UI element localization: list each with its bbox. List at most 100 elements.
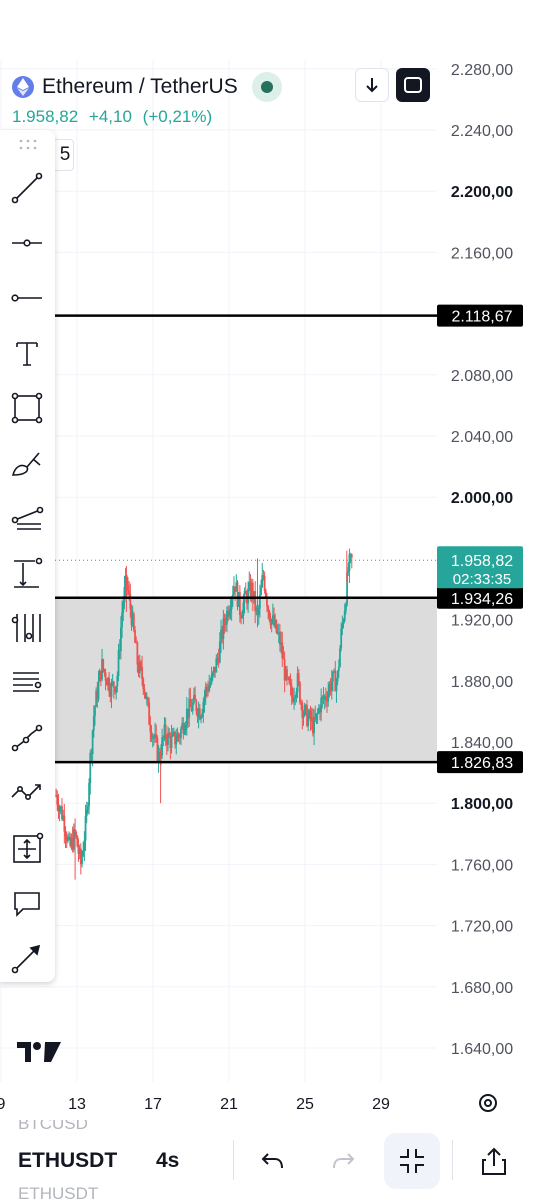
text-icon[interactable] bbox=[7, 333, 47, 373]
last-price-label: 1.958,82 bbox=[451, 553, 513, 570]
candle-body bbox=[119, 627, 122, 652]
time-tick-label: 9 bbox=[0, 1096, 6, 1113]
price-tick-label: 2.240,00 bbox=[451, 123, 513, 140]
elliott-wave-icon[interactable] bbox=[7, 773, 47, 813]
candle-body bbox=[330, 681, 333, 691]
candle-body bbox=[229, 609, 232, 613]
redo-button[interactable] bbox=[315, 1133, 371, 1189]
candle-body bbox=[110, 682, 113, 697]
settings-gear-icon[interactable] bbox=[479, 1094, 497, 1112]
candle-body bbox=[340, 628, 343, 649]
undo-button[interactable] bbox=[245, 1133, 301, 1189]
ethereum-icon bbox=[12, 76, 34, 98]
candle-body bbox=[85, 809, 88, 817]
horizontal-line-icon[interactable] bbox=[7, 278, 47, 318]
candle-body bbox=[303, 705, 306, 715]
path-icon[interactable] bbox=[7, 718, 47, 758]
exit-fullscreen-button[interactable] bbox=[384, 1133, 440, 1189]
candle-body bbox=[335, 681, 338, 692]
candle-body bbox=[56, 795, 59, 805]
candle-body bbox=[123, 587, 126, 603]
candle-body bbox=[230, 599, 233, 610]
candle-body bbox=[341, 623, 344, 629]
price-axis[interactable]: 2.280,00 2.240,00 2.200,00 2.160,00 2.080,00… bbox=[437, 62, 523, 1058]
candle-body bbox=[94, 706, 96, 717]
candle-body bbox=[129, 594, 132, 609]
candle-body bbox=[215, 658, 218, 673]
measure-icon[interactable] bbox=[7, 828, 47, 868]
candle-body bbox=[83, 840, 86, 851]
candle-body bbox=[238, 592, 241, 615]
candle-body bbox=[144, 692, 147, 699]
candle-body bbox=[201, 712, 204, 718]
next-symbol: ETHUSDT bbox=[18, 1184, 99, 1200]
candle-body bbox=[63, 815, 66, 832]
candle-body bbox=[211, 672, 214, 676]
candle-body bbox=[84, 816, 87, 841]
callout-icon[interactable] bbox=[7, 883, 47, 923]
candle-body bbox=[177, 734, 180, 737]
candle-body bbox=[348, 554, 351, 572]
countdown-label: 02:33:35 bbox=[453, 571, 511, 588]
candle-body bbox=[102, 659, 105, 670]
candle-body bbox=[339, 648, 341, 667]
candle-body bbox=[294, 697, 297, 699]
brush-icon[interactable] bbox=[7, 443, 47, 483]
candle-body bbox=[327, 691, 330, 702]
chart-grid bbox=[0, 60, 437, 1082]
time-tick-label: 29 bbox=[372, 1096, 390, 1113]
candle-body bbox=[128, 590, 131, 595]
fib-retracement-icon[interactable] bbox=[7, 608, 47, 648]
candle-body bbox=[257, 608, 260, 615]
candle-body bbox=[76, 836, 79, 847]
drag-handle-icon[interactable] bbox=[18, 138, 38, 150]
candle-body bbox=[180, 728, 182, 738]
arrow-icon[interactable] bbox=[7, 938, 47, 978]
price-chart[interactable]: 2.280,00 2.240,00 2.200,00 2.160,00 2.080,00… bbox=[0, 0, 540, 1120]
divider bbox=[233, 1140, 234, 1180]
candle-body bbox=[244, 591, 247, 595]
horizontal-ray-icon[interactable] bbox=[7, 223, 47, 263]
market-status-icon[interactable] bbox=[251, 72, 282, 102]
candle-body bbox=[208, 685, 211, 692]
candle-body bbox=[117, 650, 120, 676]
candle-body bbox=[337, 666, 340, 672]
rectangle-icon[interactable] bbox=[7, 388, 47, 428]
candle-body bbox=[155, 734, 158, 738]
price-tick-label: 1.800,00 bbox=[451, 796, 513, 813]
candle-body bbox=[347, 571, 350, 573]
candle-body bbox=[247, 588, 250, 604]
candle-body bbox=[81, 855, 83, 865]
candle-body bbox=[91, 730, 94, 755]
trend-line-icon[interactable] bbox=[7, 168, 47, 208]
parallel-channel-icon[interactable] bbox=[7, 663, 47, 703]
candle-body bbox=[147, 697, 149, 703]
long-position-icon[interactable] bbox=[7, 553, 47, 593]
undo-icon bbox=[261, 1153, 283, 1169]
candle-body bbox=[264, 590, 267, 597]
candle-body bbox=[183, 730, 186, 734]
scroll-down-button[interactable] bbox=[355, 68, 389, 102]
pitchfork-icon[interactable] bbox=[7, 498, 47, 538]
candle-body bbox=[164, 724, 167, 740]
candle-body bbox=[336, 671, 339, 682]
candle-body bbox=[143, 689, 146, 693]
candle-body bbox=[263, 575, 266, 591]
symbol-header[interactable]: Ethereum / TetherUS bbox=[12, 72, 282, 102]
prev-symbol: BTCUSD bbox=[18, 1120, 88, 1133]
candle-body bbox=[218, 641, 221, 663]
symbol-wheel-next[interactable]: ETHUSDT 8s bbox=[18, 1184, 118, 1200]
candle-body bbox=[290, 685, 293, 697]
candle-body bbox=[127, 585, 129, 591]
last-price: 1.958,82 bbox=[12, 107, 79, 126]
share-button[interactable] bbox=[466, 1133, 522, 1189]
time-tick-label: 13 bbox=[68, 1096, 86, 1113]
symbol-title[interactable]: Ethereum / TetherUS bbox=[42, 75, 238, 99]
fullscreen-button[interactable] bbox=[396, 68, 430, 102]
candle-body bbox=[171, 733, 174, 737]
candle-body bbox=[268, 610, 271, 620]
divider bbox=[452, 1140, 453, 1180]
time-axis[interactable]: 9 13 17 21 25 29 bbox=[0, 1096, 390, 1113]
symbol-wheel-current[interactable]: ETHUSDT 4s bbox=[18, 1149, 179, 1173]
symbol-wheel-prev[interactable]: BTCUSD 1s bbox=[18, 1120, 88, 1136]
